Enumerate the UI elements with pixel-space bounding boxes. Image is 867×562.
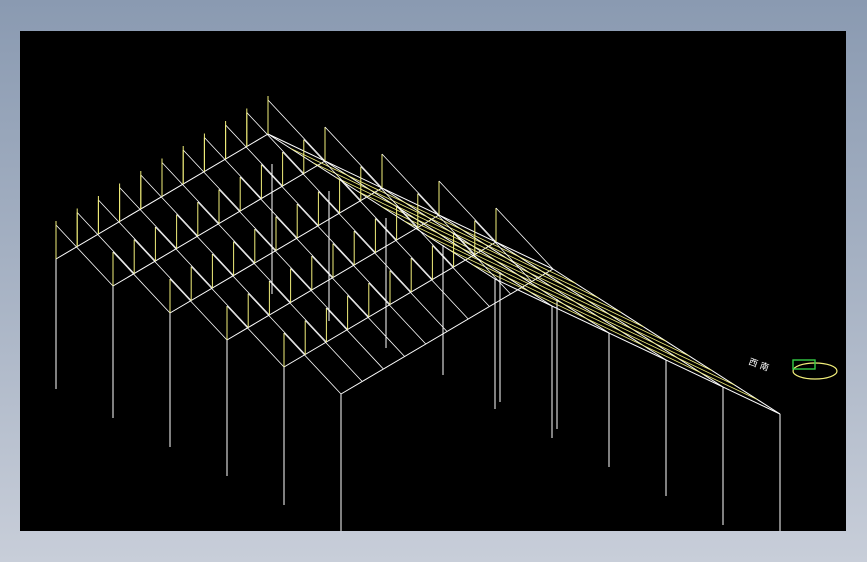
purlin-brace [410,257,469,320]
purlin-brace [389,270,448,332]
purlin-line [597,316,656,344]
purlin-brace [303,139,362,201]
purlin-brace [212,253,270,316]
purlin-brace [225,124,283,187]
purlin-brace [140,174,199,237]
purlin-brace [133,239,192,301]
purlin-brace [246,112,305,174]
purlin-brace [190,266,249,328]
purlin-brace [233,241,291,303]
purlin-brace [326,307,384,370]
purlin-brace [218,189,277,251]
purlin-brace [176,214,234,276]
purlin-line [335,177,394,205]
purlin-line [415,218,473,247]
purlin-brace [432,245,490,307]
purlin-brace [290,268,348,330]
purlin-brace [155,226,213,289]
cad-viewport[interactable]: 西 南 [20,31,846,531]
purlin-brace [204,137,262,199]
ridge-beam [267,133,554,270]
purlins-group [55,96,758,400]
purlin-line [290,148,348,176]
purlin-brace [283,332,342,395]
purlin-line [654,343,713,371]
purlin-brace [197,201,256,264]
purlin-brace [261,164,319,226]
purlin-brace [161,162,220,224]
purlin-line [677,357,735,386]
purlin-brace [226,305,285,368]
purlin-line [700,372,758,400]
purlin-brace [55,224,114,287]
purlin-line [632,328,690,357]
purlin-brace [239,176,298,239]
purlin-brace [332,243,391,305]
purlin-line [392,204,451,232]
purlin-brace [112,251,171,314]
purlin-brace [311,255,370,318]
purlin-brace [375,218,433,280]
purlin-brace [368,282,427,345]
purlin-brace [304,320,363,382]
purlin-brace [98,199,156,262]
purlin-line [575,301,633,330]
purlin-line [358,191,416,220]
purlin-brace [254,228,313,291]
purlin-brace [275,216,334,278]
purlin-brace [353,230,412,293]
steel-frame-model: 西 南 [55,96,838,531]
purlin-brace [347,295,405,357]
rafters-group [55,133,781,415]
eave-beam-right [494,278,781,415]
purlin-brace [247,293,306,355]
compass-label: 西 南 [747,356,771,374]
purlin-brace [182,149,241,212]
view-cube-icon[interactable]: 西 南 [747,356,838,380]
purlin-line [620,330,678,359]
purlin-line [347,175,405,203]
purlin-brace [169,278,228,341]
purlin-brace [269,280,327,343]
purlin-brace [296,203,355,266]
purlin-brace [318,191,376,253]
purlin-brace [119,187,177,249]
purlin-brace [76,212,135,274]
purlin-line [643,345,701,373]
